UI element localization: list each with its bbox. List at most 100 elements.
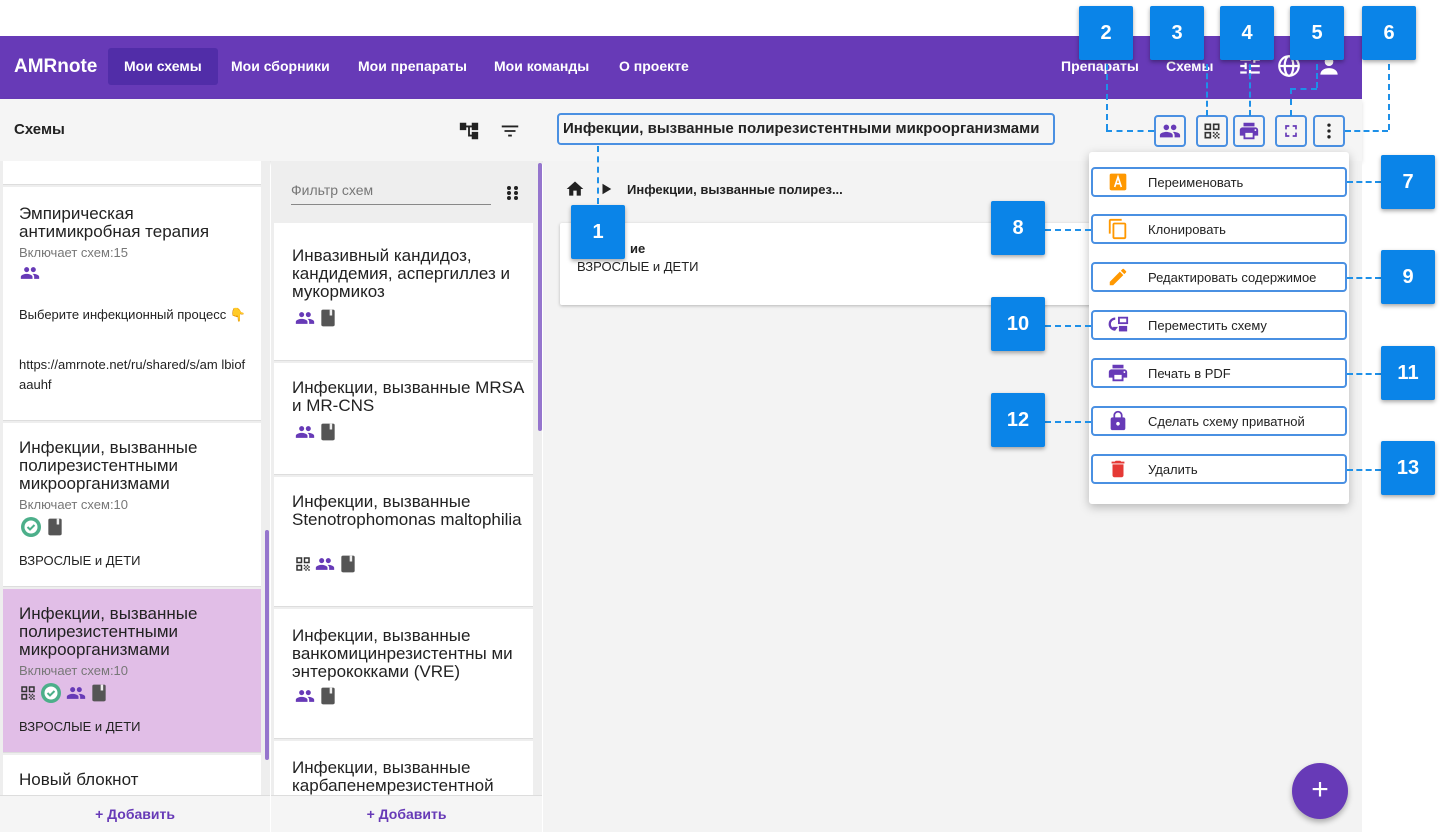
callout-connector (1045, 421, 1091, 423)
scheme-title: Инвазивный кандидоз, кандидемия, асперги… (292, 246, 510, 301)
callout-connector (1347, 277, 1381, 279)
add-fab-button[interactable]: + (1292, 763, 1348, 819)
callout-badge-11: 11 (1381, 346, 1435, 400)
list-item[interactable]: Инфекции, вызванные MRSA и MR-CNS (274, 363, 533, 475)
menu-item-move-scheme[interactable]: Переместить схему (1091, 310, 1347, 340)
tab-my-schemes[interactable]: Мои схемы (108, 48, 218, 85)
scheme-title: Инфекции, вызванные ванкомицинрезистентн… (292, 626, 513, 681)
qr-code-button[interactable] (1196, 115, 1228, 147)
lock-icon (1107, 410, 1129, 432)
list-item[interactable]: Инвазивный кандидоз, кандидемия, асперги… (274, 223, 533, 361)
callout-badge-13: 13 (1381, 441, 1435, 495)
pencil-icon (1107, 266, 1129, 288)
callout-badge-6: 6 (1362, 6, 1416, 60)
callout-badge-7: 7 (1381, 155, 1435, 209)
qr-icon (296, 557, 310, 571)
collections-list[interactable]: Эмпирическая антимикробная терапия Включ… (0, 161, 270, 795)
scheme-card-title: ие (630, 241, 646, 256)
drag-grid-icon[interactable] (506, 185, 520, 206)
add-collection-button[interactable]: + Добавить (0, 795, 270, 832)
audience-tag: ВЗРОСЛЫЕ и ДЕТИ (19, 553, 141, 568)
copy-icon (1107, 218, 1129, 240)
home-icon[interactable] (565, 179, 585, 199)
list-item[interactable]: Инфекции, вызванные Stenotrophomonas mal… (274, 477, 533, 607)
collections-scrollbar[interactable] (265, 530, 269, 760)
list-item[interactable]: Инфекции, вызванные карбапенемрезистентн… (274, 741, 533, 795)
list-item[interactable]: Эмпирическая антимикробная терапия Включ… (3, 187, 261, 421)
scheme-count: Включает схем:15 (19, 245, 129, 260)
rename-icon (1107, 171, 1129, 193)
fullscreen-button[interactable] (1275, 115, 1307, 147)
callout-connector (597, 146, 599, 204)
breadcrumb-current[interactable]: Инфекции, вызванные полирез... (627, 182, 843, 197)
scheme-count: Включает схем:10 (19, 497, 129, 512)
menu-item-edit-content[interactable]: Редактировать содержимое (1091, 262, 1347, 292)
group-icon (295, 690, 315, 702)
list-item[interactable]: Инфекции, вызванные ванкомицинрезистентн… (274, 609, 533, 739)
scheme-title: Инфекции, вызванные Stenotrophomonas mal… (292, 492, 522, 529)
menu-item-delete[interactable]: Удалить (1091, 454, 1347, 484)
callout-connector (1347, 181, 1381, 183)
book-icon (92, 684, 106, 702)
scheme-filter-input[interactable] (291, 175, 491, 205)
qr-icon (1204, 123, 1220, 139)
tab-my-drugs[interactable]: Мои препараты (342, 48, 483, 85)
callout-connector (1290, 88, 1292, 116)
link-drugs[interactable]: Препараты (1061, 58, 1139, 74)
brand-logo[interactable]: AMRnote (14, 56, 97, 78)
callout-connector (1345, 130, 1388, 132)
group-icon (1159, 124, 1181, 138)
scheme-title: Инфекции, вызванные MRSA и MR-CNS (292, 378, 524, 415)
more-vert-icon (1327, 123, 1331, 139)
verified-icon (21, 517, 41, 537)
menu-item-print-pdf[interactable]: Печать в PDF (1091, 358, 1347, 388)
callout-badge-3: 3 (1150, 6, 1204, 60)
callout-badge-2: 2 (1079, 6, 1133, 60)
list-item[interactable]: Новый блокнот (3, 755, 261, 795)
callout-connector (1045, 325, 1091, 327)
add-scheme-button[interactable]: + Добавить (271, 795, 542, 832)
print-button[interactable] (1233, 115, 1265, 147)
tree-view-icon[interactable] (456, 118, 482, 144)
list-item-selected[interactable]: Инфекции, вызванные полирезистентными ми… (3, 589, 261, 753)
list-item[interactable]: Инфекции, вызванные полирезистентными ми… (3, 423, 261, 587)
collection-title: Эмпирическая антимикробная терапия (19, 204, 210, 241)
callout-badge-1: 1 (571, 205, 625, 259)
scheme-title: Инфекции, вызванные карбапенемрезистентн… (292, 758, 494, 795)
trash-icon (1107, 458, 1129, 480)
book-icon (341, 555, 355, 573)
schemes-label: Схемы (14, 121, 65, 138)
book-icon (321, 309, 335, 327)
tab-my-teams[interactable]: Мои команды (478, 48, 605, 85)
scheme-title[interactable]: Инфекции, вызванные полирезистентными ми… (557, 113, 1055, 145)
menu-item-rename[interactable]: Переименовать (1091, 167, 1347, 197)
callout-badge-12: 12 (991, 393, 1045, 447)
menu-item-clone[interactable]: Клонировать (1091, 214, 1347, 244)
callout-connector (1316, 64, 1318, 88)
group-icon (20, 267, 40, 279)
breadcrumb: Инфекции, вызванные полирез... (565, 179, 843, 199)
book-icon (321, 423, 335, 441)
menu-item-make-private[interactable]: Сделать схему приватной (1091, 406, 1347, 436)
collection-title: Инфекции, вызванные полирезистентными ми… (19, 604, 198, 659)
callout-badge-4: 4 (1220, 6, 1274, 60)
callout-connector (1347, 469, 1381, 471)
tab-about[interactable]: О проекте (603, 48, 705, 85)
schemes-list[interactable]: Инвазивный кандидоз, кандидемия, асперги… (271, 161, 542, 795)
audience-tag: ВЗРОСЛЫЕ и ДЕТИ (19, 719, 141, 734)
fullscreen-icon (1285, 125, 1297, 137)
play-arrow-icon (602, 183, 612, 195)
callout-connector (1045, 229, 1091, 231)
more-options-button[interactable] (1313, 115, 1345, 147)
callout-connector (1388, 64, 1390, 130)
list-item[interactable] (3, 161, 261, 185)
collection-link[interactable]: https://amrnote.net/ru/shared/s/am lbiof… (19, 355, 249, 395)
schemes-scrollbar[interactable] (538, 163, 542, 431)
tab-my-collections[interactable]: Мои сборники (215, 48, 346, 85)
collection-description: Выберите инфекционный процесс 👇 (19, 307, 247, 322)
filter-icon[interactable] (497, 118, 523, 144)
callout-connector (1249, 64, 1251, 116)
group-icon (295, 312, 315, 324)
share-team-button[interactable] (1154, 115, 1186, 147)
collection-title: Инфекции, вызванные полирезистентными ми… (19, 438, 198, 493)
